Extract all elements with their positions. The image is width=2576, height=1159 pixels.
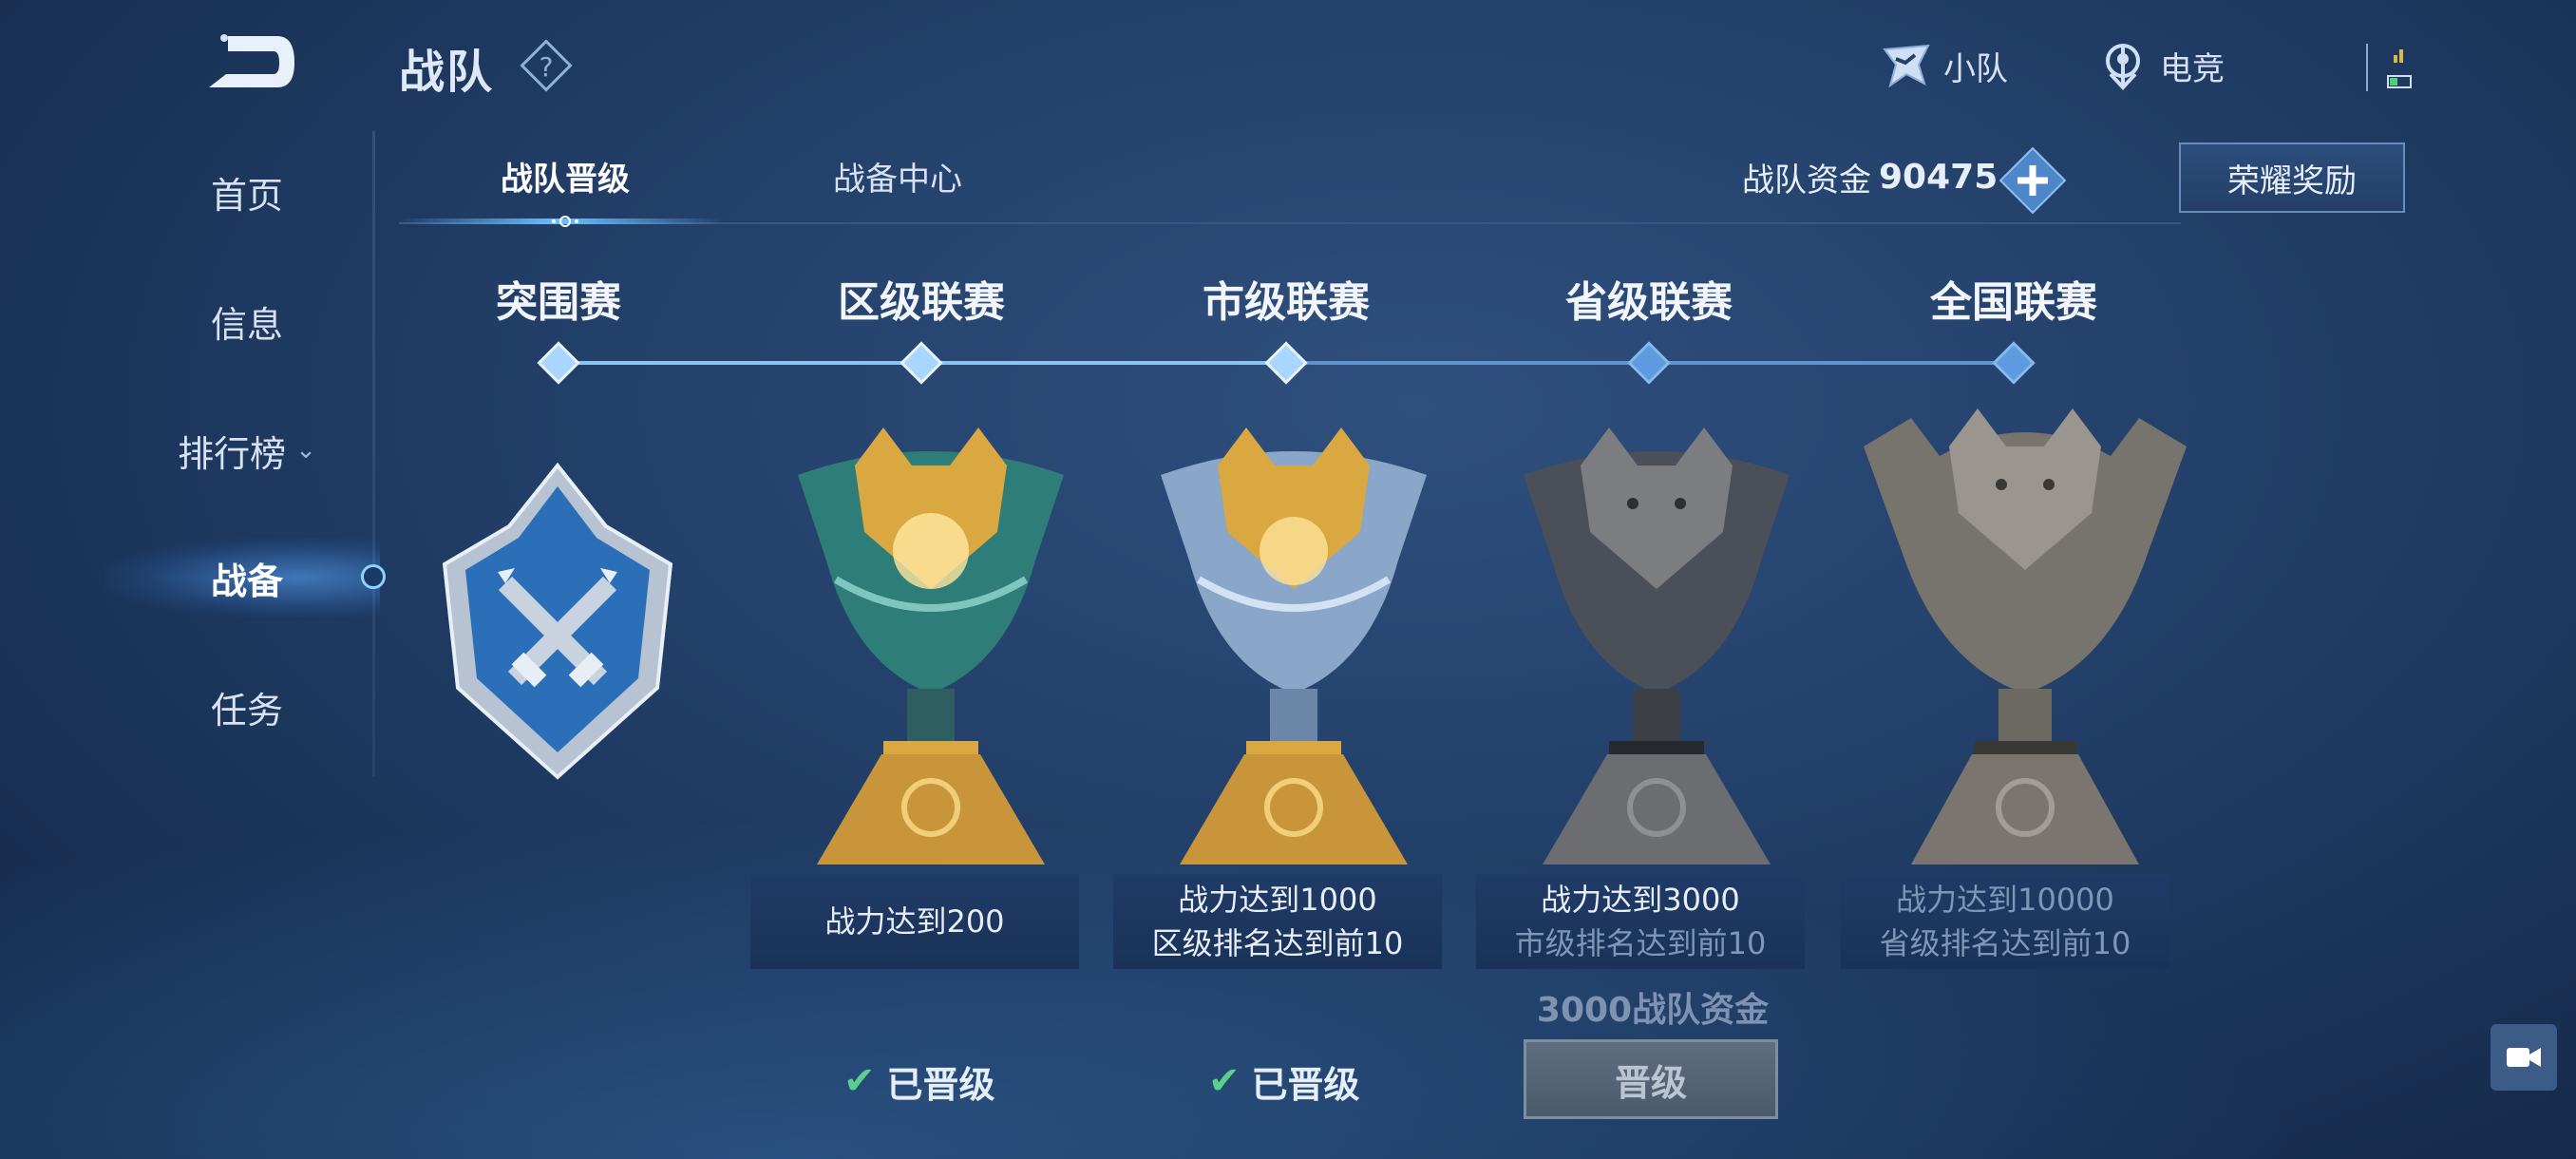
- chevron-down-icon: ⌄: [295, 436, 316, 465]
- video-camera-icon: [2507, 1048, 2541, 1067]
- esports-link[interactable]: 电竞: [2093, 36, 2225, 95]
- stage-label: 突围赛: [496, 278, 621, 327]
- tab-label: 战备中心: [833, 160, 962, 199]
- stage-label: 市级联赛: [1203, 278, 1370, 327]
- requirement-box: 战力达到3000 市级排名达到前10: [1476, 874, 1805, 969]
- tab-team-promotion[interactable]: 战队晋级: [437, 142, 693, 209]
- requirement-box: 战力达到1000 区级排名达到前10: [1113, 874, 1442, 969]
- requirement-line: 战力达到3000: [1541, 882, 1740, 918]
- stage-label: 区级联赛: [838, 278, 1005, 327]
- stage-label: 省级联赛: [1565, 278, 1733, 327]
- tab-preparation-center[interactable]: 战备中心: [769, 142, 1026, 209]
- stage-node: [900, 341, 943, 385]
- promoted-status: ✔ 已晋级: [843, 1054, 995, 1108]
- requirement-line: 战力达到10000: [1896, 882, 2114, 918]
- province-league-trophy-icon[interactable]: [1495, 418, 1818, 874]
- sidebar-item-tasks[interactable]: 任务: [123, 669, 370, 745]
- district-league-trophy-icon[interactable]: [769, 418, 1092, 874]
- requirement-box: 战力达到200: [750, 874, 1079, 969]
- tab-label: 战队晋级: [501, 160, 630, 199]
- honor-rewards-label: 荣耀奖励: [2227, 162, 2357, 200]
- promoted-status: ✔ 已晋级: [1208, 1054, 1360, 1108]
- wolf-emblem-icon: [1883, 44, 1930, 88]
- promoted-label: 已晋级: [1251, 1063, 1360, 1106]
- sidebar-item-label: 信息: [210, 303, 283, 346]
- requirement-line: 市级排名达到前10: [1514, 925, 1767, 961]
- sidebar-item-rankings[interactable]: 排行榜 ⌄: [123, 412, 370, 488]
- add-funds-button[interactable]: [1995, 142, 2071, 218]
- honor-rewards-button[interactable]: 荣耀奖励: [2179, 142, 2405, 213]
- active-indicator-dot: [361, 564, 386, 589]
- requirement-line: 省级排名达到前10: [1879, 925, 2131, 961]
- sidebar-divider: [372, 131, 375, 777]
- stage-node: [1264, 341, 1308, 385]
- requirement-line: 战力达到200: [824, 903, 1005, 940]
- svg-text:?: ?: [540, 51, 554, 83]
- checkmark-icon: ✔: [843, 1059, 876, 1103]
- promoted-label: 已晋级: [886, 1063, 995, 1106]
- promotion-cost: 3000战队资金: [1536, 991, 1770, 1030]
- sidebar-item-preparation[interactable]: 战备: [123, 540, 370, 616]
- squad-label: 小队: [1943, 49, 2008, 88]
- sidebar-item-label: 首页: [210, 174, 283, 217]
- team-funds: 战队资金 90475: [1742, 154, 1998, 200]
- funds-label: 战队资金: [1742, 162, 1871, 200]
- esports-crest-icon: [2106, 44, 2140, 90]
- checkmark-icon: ✔: [1208, 1059, 1241, 1103]
- esports-label: 电竞: [2160, 49, 2225, 88]
- stage-node: [1627, 341, 1671, 385]
- stage-node: [537, 341, 580, 385]
- promote-button-label: 晋级: [1614, 1061, 1687, 1104]
- requirement-line: 区级排名达到前10: [1151, 925, 1404, 961]
- tab-indicator-icon: [552, 216, 578, 227]
- funds-value: 90475: [1879, 158, 1998, 197]
- stage-node: [1992, 341, 2036, 385]
- page-title: 战队: [399, 46, 495, 99]
- sidebar-item-label: 排行榜: [178, 432, 287, 475]
- promote-button[interactable]: 晋级: [1524, 1039, 1778, 1119]
- national-league-trophy-icon[interactable]: [1854, 390, 2196, 874]
- video-camera-button[interactable]: [2491, 1024, 2557, 1091]
- sidebar-item-label: 战备: [210, 560, 283, 602]
- sidebar-item-home[interactable]: 首页: [123, 154, 370, 230]
- city-league-trophy-icon[interactable]: [1132, 418, 1455, 874]
- signal-battery-icon: [2366, 44, 2412, 91]
- help-icon[interactable]: ?: [519, 38, 574, 93]
- crossed-swords-shield-icon[interactable]: [439, 460, 676, 783]
- sidebar-item-label: 任务: [210, 689, 283, 732]
- back-arrow-icon[interactable]: [190, 28, 304, 97]
- requirement-box: 战力达到10000 省级排名达到前10: [1841, 874, 2169, 969]
- stage-label: 全国联赛: [1930, 278, 2097, 327]
- squad-link[interactable]: 小队: [1877, 36, 2008, 95]
- requirement-line: 战力达到1000: [1178, 882, 1377, 918]
- sidebar-item-info[interactable]: 信息: [123, 283, 370, 359]
